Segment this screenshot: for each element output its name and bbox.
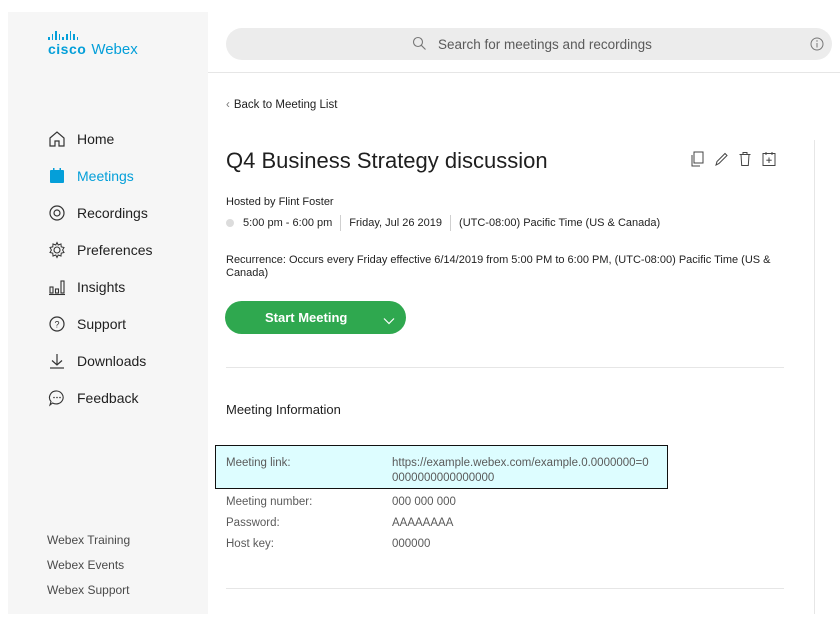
section-divider: [226, 367, 784, 368]
meeting-link-value[interactable]: https://example.webex.com/example.0.0000…: [392, 456, 654, 486]
download-icon: [46, 350, 68, 372]
meeting-recurrence: Recurrence: Occurs every Friday effectiv…: [226, 254, 771, 279]
help-icon: ?: [46, 313, 68, 335]
sidebar-item-label: Insights: [77, 278, 126, 295]
logo-product: Webex: [91, 41, 138, 58]
meeting-time-row: 5:00 pm - 6:00 pm Friday, Jul 26 2019 (U…: [226, 215, 660, 231]
sidebar-item-label: Support: [77, 315, 127, 332]
meeting-time: 5:00 pm - 6:00 pm: [243, 217, 333, 229]
gear-icon: [46, 239, 68, 261]
meeting-information-heading: Meeting Information: [226, 402, 341, 417]
meeting-title: Q4 Business Strategy discussion: [226, 148, 548, 173]
password-label: Password:: [226, 517, 280, 529]
edit-icon[interactable]: [714, 150, 728, 168]
copy-icon[interactable]: [690, 150, 704, 168]
sidebar-item-meetings[interactable]: Meetings: [46, 157, 152, 194]
section-divider: [226, 588, 784, 589]
password-value: AAAAAAAA: [392, 517, 454, 529]
sidebar-item-support[interactable]: ? Support: [46, 305, 152, 342]
meeting-number-value: 000 000 000: [392, 496, 456, 508]
sidebar-item-label: Feedback: [77, 389, 139, 406]
status-dot-icon: [226, 219, 234, 227]
sidebar-item-label: Preferences: [77, 241, 153, 258]
header-divider: [208, 72, 840, 73]
sidebar-nav: Home Meetings Recordings Preferences Ins…: [46, 120, 152, 416]
calendar-icon: [46, 165, 68, 187]
meeting-timezone: (UTC-08:00) Pacific Time (US & Canada): [459, 217, 661, 229]
chevron-down-icon[interactable]: [383, 313, 395, 328]
content-right-border: [814, 140, 815, 614]
search-input[interactable]: [438, 34, 738, 54]
chevron-left-icon: ‹: [226, 99, 230, 111]
sidebar: cisco Webex Home Meetings Recordings Pre…: [8, 12, 208, 614]
sidebar-footer-links: Webex Training Webex Events Webex Suppor…: [47, 528, 130, 603]
sidebar-item-feedback[interactable]: Feedback: [46, 379, 152, 416]
separator: [450, 215, 452, 231]
host-key-value: 000000: [392, 538, 431, 550]
host-key-label: Host key:: [226, 538, 274, 550]
sidebar-item-label: Meetings: [77, 167, 134, 184]
chart-icon: [46, 276, 68, 298]
back-link-label: Back to Meeting List: [233, 99, 338, 111]
cisco-webex-logo[interactable]: cisco Webex: [48, 31, 138, 58]
chat-icon: [46, 387, 68, 409]
sidebar-item-label: Home: [77, 130, 115, 147]
meeting-host: Hosted by Flint Foster: [226, 196, 334, 208]
start-meeting-button[interactable]: Start Meeting: [225, 301, 406, 334]
logo-company: cisco: [48, 41, 87, 57]
meeting-number-label: Meeting number:: [226, 496, 313, 508]
webex-support-link[interactable]: Webex Support: [47, 578, 130, 603]
meeting-actions: [690, 150, 776, 168]
separator: [340, 215, 342, 231]
sidebar-item-label: Downloads: [77, 352, 147, 369]
webex-training-link[interactable]: Webex Training: [47, 528, 130, 553]
info-icon[interactable]: [810, 37, 824, 56]
sidebar-item-insights[interactable]: Insights: [46, 268, 152, 305]
search-bar: [226, 28, 832, 60]
sidebar-item-home[interactable]: Home: [46, 120, 152, 157]
delete-icon[interactable]: [738, 150, 752, 168]
home-icon: [46, 128, 68, 150]
sidebar-item-preferences[interactable]: Preferences: [46, 231, 152, 268]
sidebar-item-label: Recordings: [77, 204, 148, 221]
record-icon: [46, 202, 68, 224]
meeting-link-label: Meeting link:: [226, 457, 291, 469]
meeting-date: Friday, Jul 26 2019: [349, 217, 443, 229]
search-icon[interactable]: [412, 36, 427, 56]
sidebar-item-recordings[interactable]: Recordings: [46, 194, 152, 231]
sidebar-item-downloads[interactable]: Downloads: [46, 342, 152, 379]
back-to-meeting-list-link[interactable]: ‹ Back to Meeting List: [226, 99, 337, 111]
webex-events-link[interactable]: Webex Events: [47, 553, 130, 578]
svg-text:?: ?: [54, 319, 59, 329]
start-meeting-label: Start Meeting: [265, 310, 348, 325]
add-to-calendar-icon[interactable]: [762, 150, 776, 168]
cisco-bars-icon: [48, 31, 138, 40]
